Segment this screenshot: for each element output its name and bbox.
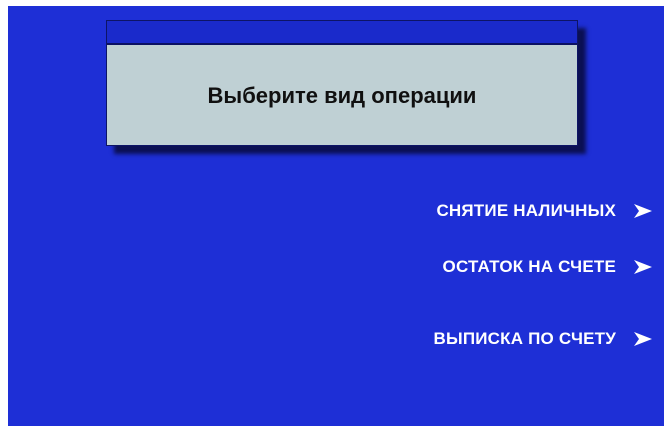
chevron-right-icon xyxy=(634,204,652,218)
menu-item-account-statement[interactable]: ВЫПИСКА ПО СЧЕТУ xyxy=(434,324,654,354)
chevron-right-icon xyxy=(634,332,652,346)
atm-screen: Выберите вид операции СНЯТИЕ НАЛИЧНЫХ ОС… xyxy=(8,6,664,426)
prompt-panel-header-strip xyxy=(107,21,577,45)
menu-item-label: ОСТАТОК НА СЧЕТЕ xyxy=(442,257,616,276)
prompt-title: Выберите вид операции xyxy=(207,83,477,108)
menu-item-label: ВЫПИСКА ПО СЧЕТУ xyxy=(433,329,616,348)
menu-item-account-balance[interactable]: ОСТАТОК НА СЧЕТЕ xyxy=(443,252,654,282)
chevron-right-icon xyxy=(634,260,652,274)
menu-item-label: СНЯТИЕ НАЛИЧНЫХ xyxy=(436,201,616,220)
menu-item-cash-withdrawal[interactable]: СНЯТИЕ НАЛИЧНЫХ xyxy=(436,196,654,226)
prompt-panel: Выберите вид операции xyxy=(106,20,578,146)
